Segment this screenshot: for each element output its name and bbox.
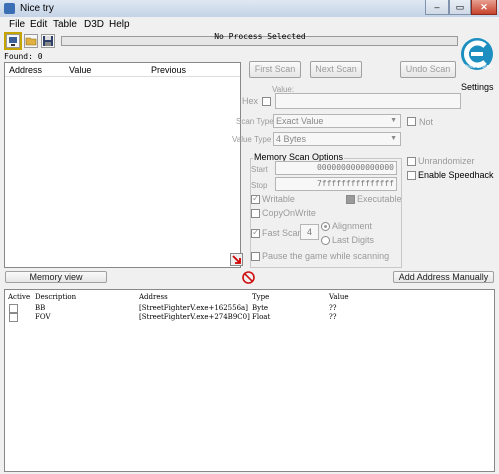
found-count: Found: 0	[4, 52, 43, 61]
pause-game-label: Pause the game while scanning	[262, 251, 390, 261]
app-icon	[4, 3, 15, 14]
chevron-down-icon: ▼	[390, 135, 397, 142]
alignment-radio[interactable]	[321, 222, 330, 231]
row-type[interactable]: Float	[252, 313, 270, 321]
value-type-label: Value Type	[232, 135, 272, 144]
open-file-button[interactable]	[24, 34, 38, 48]
save-button[interactable]	[41, 34, 55, 48]
open-process-button[interactable]	[4, 32, 22, 50]
undo-scan-button[interactable]: Undo Scan	[400, 61, 456, 78]
red-arrow-icon	[232, 255, 241, 264]
menu-edit[interactable]: Edit	[30, 19, 47, 30]
scan-type-select[interactable]: Exact Value ▼	[273, 114, 401, 128]
row-description[interactable]: BB	[35, 304, 45, 312]
start-address-input[interactable]: 0000000000000000	[275, 161, 397, 175]
value-type-select[interactable]: 4 Bytes ▼	[273, 132, 401, 146]
chevron-down-icon: ▼	[390, 117, 397, 124]
scan-value-input[interactable]	[275, 93, 461, 109]
computer-icon	[9, 37, 17, 46]
row-value[interactable]: ??	[329, 304, 337, 312]
value-type-value: 4 Bytes	[276, 134, 307, 144]
menu-d3d[interactable]: D3D	[84, 19, 104, 30]
maximize-button[interactable]: ▭	[449, 0, 471, 15]
process-status: No Process Selected	[214, 32, 306, 41]
writable-label: Writable	[262, 194, 295, 204]
hex-checkbox[interactable]	[262, 97, 271, 106]
memory-view-button[interactable]: Memory view	[5, 271, 107, 283]
first-scan-button[interactable]: First Scan	[249, 61, 301, 78]
row-type[interactable]: Byte	[252, 304, 268, 312]
addr-col-active[interactable]: Active	[8, 293, 30, 301]
next-scan-button[interactable]: Next Scan	[310, 61, 362, 78]
addr-col-description[interactable]: Description	[35, 293, 76, 301]
fast-scan-value-input[interactable]: 4	[300, 224, 319, 240]
stop-address-input[interactable]: 7fffffffffffffff	[275, 177, 397, 191]
scan-type-label: Scan Type	[236, 117, 274, 126]
copy-on-write-label: CopyOnWrite	[262, 208, 316, 218]
executable-checkbox[interactable]	[346, 195, 355, 204]
fast-scan-checkbox[interactable]	[251, 227, 260, 238]
row-active-checkbox[interactable]	[9, 304, 18, 313]
found-results-list[interactable]: Address Value Previous	[4, 62, 241, 268]
enable-speedhack-checkbox[interactable]	[407, 171, 416, 180]
not-checkbox[interactable]	[407, 117, 416, 126]
results-col-previous[interactable]: Previous	[151, 65, 186, 75]
folder-icon	[25, 37, 37, 46]
last-digits-radio[interactable]	[321, 236, 330, 245]
row-address[interactable]: [StreetFighterV.exe+162556a]	[139, 304, 248, 312]
pause-game-checkbox[interactable]	[251, 252, 260, 261]
hex-label: Hex	[242, 96, 259, 106]
copy-on-write-checkbox[interactable]	[251, 209, 260, 218]
alignment-label: Alignment	[332, 221, 373, 231]
no-entry-icon	[242, 271, 255, 284]
window-title: Nice try	[20, 3, 54, 14]
minimize-button[interactable]: –	[425, 0, 449, 15]
results-col-address[interactable]: Address	[9, 65, 42, 75]
menu-file[interactable]: File	[9, 19, 25, 30]
results-header-divider	[5, 76, 240, 77]
fast-scan-label: Fast Scan	[262, 228, 303, 238]
copy-to-address-list-button[interactable]	[230, 253, 243, 266]
row-description[interactable]: FOV	[35, 313, 51, 321]
row-active-checkbox[interactable]	[9, 313, 18, 322]
executable-label: Executable	[357, 194, 402, 204]
scan-type-value: Exact Value	[276, 116, 324, 126]
unrandomizer-label: Unrandomizer	[418, 156, 475, 166]
results-col-value[interactable]: Value	[69, 65, 91, 75]
start-label: Start	[251, 165, 268, 174]
add-address-manually-button[interactable]: Add Address Manually	[393, 271, 494, 283]
last-digits-label: Last Digits	[332, 235, 375, 245]
writable-checkbox[interactable]	[251, 193, 260, 204]
row-address[interactable]: [StreetFighterV.exe+274B9C0]	[139, 313, 250, 321]
row-value[interactable]: ??	[329, 313, 337, 321]
addr-col-address[interactable]: Address	[139, 293, 168, 301]
enable-speedhack-label: Enable Speedhack	[418, 170, 494, 180]
stop-label: Stop	[251, 181, 268, 190]
settings-link[interactable]: Settings	[461, 82, 494, 92]
logo-text: Cheat Engine	[461, 64, 493, 70]
menu-help[interactable]: Help	[109, 19, 130, 30]
unrandomizer-checkbox[interactable]	[407, 157, 416, 166]
address-table[interactable]: Active Description Address Type Value BB…	[4, 289, 495, 472]
stop-scan-button[interactable]	[242, 271, 255, 284]
close-button[interactable]: ✕	[471, 0, 497, 15]
menu-table[interactable]: Table	[53, 19, 77, 30]
addr-col-value[interactable]: Value	[329, 293, 348, 301]
addr-col-type[interactable]: Type	[252, 293, 269, 301]
not-label: Not	[419, 117, 434, 127]
floppy-disk-icon	[43, 36, 53, 46]
